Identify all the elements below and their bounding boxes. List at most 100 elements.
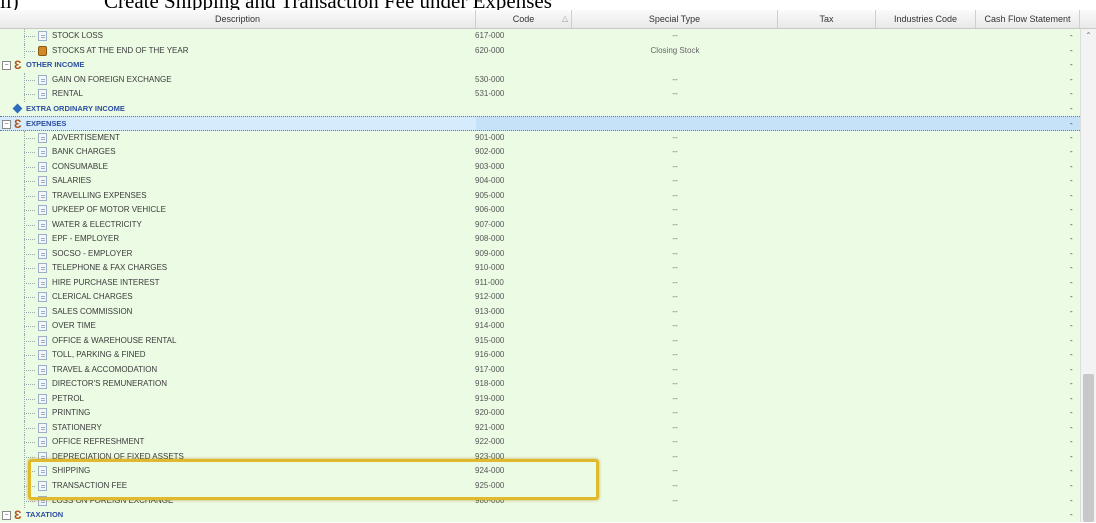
- account-description: UPKEEP OF MOTOR VEHICLE: [52, 205, 166, 215]
- group-row[interactable]: − Ɛ OTHER INCOME -: [0, 58, 1080, 73]
- table-row[interactable]: OFFICE & WAREHOUSE RENTAL 915-000 -- -: [0, 333, 1080, 349]
- account-description: DIRECTOR'S REMUNERATION: [52, 379, 168, 389]
- table-row[interactable]: GAIN ON FOREIGN EXCHANGE 530-000 -- -: [0, 72, 1080, 88]
- cash-flow-value: -: [1070, 393, 1073, 403]
- tree-connector: [24, 36, 35, 37]
- account-description: SALARIES: [52, 176, 92, 186]
- table-row[interactable]: EPF - EMPLOYER 908-000 -- -: [0, 232, 1080, 247]
- tree-connector: [24, 224, 35, 226]
- document-icon: [38, 350, 47, 361]
- collapse-toggle-icon[interactable]: −: [2, 61, 11, 71]
- table-row[interactable]: TRAVELLING EXPENSES 905-000 -- -: [0, 188, 1080, 204]
- cash-flow-value: -: [1070, 132, 1073, 142]
- tree-connector: [24, 253, 35, 255]
- vertical-scrollbar[interactable]: ⌃: [1080, 29, 1096, 522]
- cash-flow-value: -: [1070, 234, 1073, 244]
- table-row[interactable]: OVER TIME 914-000 -- -: [0, 319, 1080, 334]
- collapse-toggle-icon[interactable]: −: [2, 511, 11, 521]
- scroll-thumb[interactable]: [1083, 374, 1094, 522]
- sort-ascending-icon: △: [562, 14, 569, 23]
- instruction-caption: ii) Create Shipping and Transaction Fee …: [0, 0, 1096, 10]
- table-row[interactable]: DIRECTOR'S REMUNERATION 918-000 -- -: [0, 377, 1080, 392]
- column-header-special-type[interactable]: Special Type: [572, 10, 778, 28]
- special-type: --: [672, 205, 678, 215]
- document-icon: [38, 89, 47, 100]
- special-type: --: [672, 495, 678, 505]
- group-row[interactable]: − Ɛ TAXATION -: [0, 508, 1080, 523]
- document-icon: [38, 379, 47, 390]
- table-row[interactable]: BANK CHARGES 902-000 -- -: [0, 145, 1080, 160]
- column-header-code[interactable]: Code: [476, 10, 572, 28]
- special-type: --: [672, 292, 678, 302]
- account-description: ADVERTISEMENT: [52, 132, 120, 142]
- table-row[interactable]: OFFICE REFRESHMENT 922-000 -- -: [0, 435, 1080, 450]
- caption-number: ii): [0, 0, 19, 10]
- account-group-icon: Ɛ: [14, 508, 22, 523]
- group-row[interactable]: − Ɛ EXPENSES -: [0, 116, 1080, 131]
- column-header-tax[interactable]: Tax: [778, 10, 876, 28]
- collapse-toggle-icon[interactable]: −: [2, 120, 11, 130]
- column-header-description[interactable]: Description: [0, 10, 476, 28]
- account-code: 620-000: [475, 45, 505, 55]
- table-row[interactable]: TOLL, PARKING & FINED 916-000 -- -: [0, 348, 1080, 363]
- document-icon: [38, 219, 47, 230]
- cash-flow-value: -: [1070, 263, 1073, 273]
- tree-connector: [24, 50, 35, 52]
- account-description: EPF - EMPLOYER: [52, 234, 120, 244]
- cash-flow-value: -: [1070, 45, 1073, 55]
- table-row[interactable]: CONSUMABLE 903-000 -- -: [0, 159, 1080, 175]
- table-row[interactable]: CLERICAL CHARGES 912-000 -- -: [0, 290, 1080, 305]
- tree-connector: [24, 442, 35, 444]
- table-row[interactable]: RENTAL 531-000 -- -: [0, 87, 1080, 102]
- account-code: 911-000: [475, 277, 504, 287]
- table-row[interactable]: EXTRA ORDINARY INCOME -: [0, 102, 1080, 117]
- stock-box-icon: [38, 45, 47, 56]
- account-code: 907-000: [475, 219, 505, 229]
- tree-connector: [24, 340, 35, 342]
- chart-of-accounts-grid: Description Code △ Special Type Tax Indu…: [0, 10, 1096, 522]
- special-type: --: [672, 350, 678, 360]
- table-row[interactable]: PETROL 919-000 -- -: [0, 391, 1080, 407]
- account-description: OTHER INCOME: [26, 60, 85, 70]
- document-icon: [38, 74, 47, 85]
- account-code: 903-000: [475, 161, 505, 171]
- table-row[interactable]: SALARIES 904-000 -- -: [0, 174, 1080, 189]
- cash-flow-value: -: [1070, 190, 1073, 200]
- tree-connector: [24, 268, 35, 270]
- table-row[interactable]: STOCK LOSS 617-000 -- -: [0, 29, 1080, 44]
- account-description: BANK CHARGES: [52, 147, 116, 157]
- special-type: --: [672, 263, 678, 273]
- tree-connector: [24, 282, 35, 284]
- table-row[interactable]: WATER & ELECTRICITY 907-000 -- -: [0, 217, 1080, 233]
- table-row[interactable]: TELEPHONE & FAX CHARGES 910-000 -- -: [0, 261, 1080, 276]
- account-description: EXPENSES: [26, 119, 67, 129]
- table-row[interactable]: TRAVEL & ACCOMODATION 917-000 -- -: [0, 362, 1080, 378]
- special-type: --: [672, 451, 678, 461]
- cash-flow-value: -: [1070, 306, 1073, 316]
- table-row[interactable]: SALES COMMISSION 913-000 -- -: [0, 304, 1080, 320]
- table-row[interactable]: UPKEEP OF MOTOR VEHICLE 906-000 -- -: [0, 203, 1080, 218]
- account-description: STOCKS AT THE END OF THE YEAR: [52, 45, 189, 55]
- document-icon: [38, 277, 47, 288]
- table-row[interactable]: ADVERTISEMENT 901-000 -- -: [0, 130, 1080, 146]
- cash-flow-value: -: [1070, 335, 1073, 345]
- table-row[interactable]: SOCSO - EMPLOYER 909-000 -- -: [0, 246, 1080, 262]
- scroll-up-arrow-icon[interactable]: ⌃: [1081, 29, 1096, 43]
- tree-connector: [24, 239, 35, 241]
- document-icon: [38, 263, 47, 274]
- account-code: 905-000: [475, 190, 505, 200]
- document-icon: [38, 408, 47, 419]
- table-row[interactable]: HIRE PURCHASE INTEREST 911-000 -- -: [0, 275, 1080, 291]
- column-header-cash-flow[interactable]: Cash Flow Statement: [976, 10, 1080, 28]
- account-code: 917-000: [475, 364, 505, 374]
- tree-connector: [24, 384, 35, 386]
- tree-connector: [24, 500, 35, 502]
- table-row[interactable]: STATIONERY 921-000 -- -: [0, 420, 1080, 436]
- table-row[interactable]: STOCKS AT THE END OF THE YEAR 620-000 Clos…: [0, 43, 1080, 59]
- tree-connector: [24, 456, 35, 458]
- account-description: TRAVELLING EXPENSES: [52, 190, 147, 200]
- table-row[interactable]: PRINTING 920-000 -- -: [0, 406, 1080, 421]
- cash-flow-value: -: [1070, 466, 1073, 476]
- column-header-industries-code[interactable]: Industries Code: [876, 10, 976, 28]
- cash-flow-value: -: [1070, 248, 1073, 258]
